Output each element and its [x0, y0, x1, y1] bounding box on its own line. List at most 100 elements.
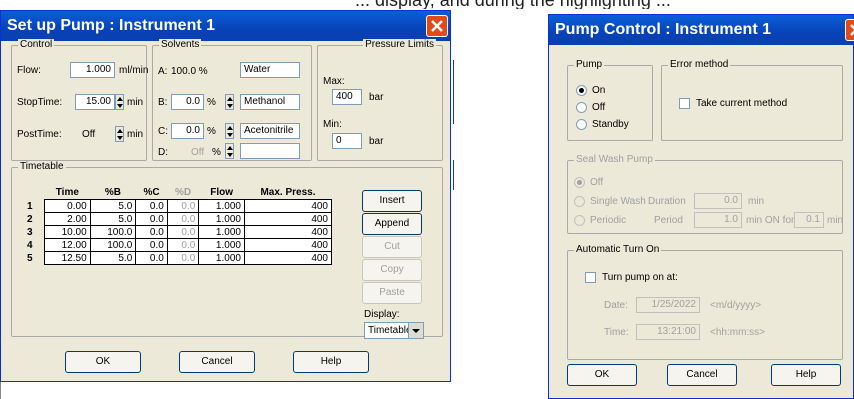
- close-button[interactable]: [426, 15, 448, 37]
- append-button[interactable]: Append: [362, 213, 422, 235]
- dialog-title: Pump Control : Instrument 1: [555, 21, 771, 38]
- copy-button[interactable]: Copy: [362, 259, 422, 281]
- cell-time[interactable]: 2.00: [44, 212, 91, 226]
- cell-c[interactable]: 0.0: [135, 225, 168, 239]
- cut-button[interactable]: Cut: [362, 236, 422, 258]
- display-select-value: Timetable: [368, 325, 412, 336]
- cell-max-press[interactable]: 400: [243, 238, 333, 252]
- pump-group: Pump On Off Standby: [567, 59, 653, 141]
- cell-time[interactable]: 10.00: [44, 225, 91, 239]
- solvents-group: Solvents A: 100.0 % Water B: 0.0 % Metha…: [152, 39, 312, 161]
- solvent-b-spinner[interactable]: [225, 94, 234, 110]
- posttime-spinner[interactable]: [115, 126, 124, 142]
- time-label: Time:: [604, 327, 629, 338]
- ok-button[interactable]: OK: [567, 364, 637, 386]
- cell-max-press[interactable]: 400: [243, 212, 333, 226]
- pump-on-radio[interactable]: [576, 85, 587, 96]
- flow-label: Flow:: [17, 65, 41, 76]
- paste-button[interactable]: Paste: [362, 282, 422, 304]
- cell-c[interactable]: 0.0: [135, 199, 168, 213]
- seal-periodic-radio[interactable]: [574, 215, 585, 226]
- on-duration-field[interactable]: 0.1: [794, 212, 824, 228]
- cell-max-press[interactable]: 400: [243, 251, 333, 265]
- insert-button[interactable]: Insert: [362, 190, 422, 212]
- row-number: 5: [27, 252, 33, 264]
- max-pressure-field[interactable]: 400: [332, 89, 362, 105]
- cancel-button[interactable]: Cancel: [179, 351, 255, 373]
- setup-title-bar[interactable]: Set up Pump : Instrument 1: [1, 11, 450, 41]
- cell-c[interactable]: 0.0: [135, 251, 168, 265]
- time-field[interactable]: 13:21:00: [636, 324, 700, 340]
- stoptime-spinner[interactable]: [115, 94, 124, 110]
- pump-standby-radio[interactable]: [576, 119, 587, 130]
- cell-c[interactable]: 0.0: [135, 212, 168, 226]
- cell-flow[interactable]: 1.000: [198, 199, 245, 213]
- pump-off-radio[interactable]: [576, 102, 587, 113]
- max-pressure-unit: bar: [369, 92, 384, 103]
- stoptime-field[interactable]: 15.00: [75, 94, 115, 110]
- solvent-c-name-field[interactable]: Acetonitrile: [240, 123, 300, 139]
- solvent-b-unit: %: [207, 97, 216, 108]
- cell-flow[interactable]: 1.000: [198, 238, 245, 252]
- stoptime-label: StopTime:: [17, 97, 63, 108]
- dialog-title: Set up Pump : Instrument 1: [7, 17, 216, 34]
- cell-max-press[interactable]: 400: [243, 199, 333, 213]
- cell-max-press[interactable]: 400: [243, 225, 333, 239]
- duration-field[interactable]: 0.0: [694, 193, 742, 209]
- pump-on-label: On: [592, 85, 606, 96]
- cell-flow[interactable]: 1.000: [198, 212, 245, 226]
- control-group: Control Flow: 1.000 ml/min StopTime: 15.…: [11, 39, 149, 161]
- min-pressure-label: Min:: [323, 119, 342, 130]
- cell-b[interactable]: 100.0: [89, 225, 137, 239]
- setup-pump-dialog: Set up Pump : Instrument 1 Control Flow:…: [0, 10, 451, 382]
- cell-c[interactable]: 0.0: [135, 238, 168, 252]
- help-button[interactable]: Help: [293, 351, 369, 373]
- cell-b[interactable]: 5.0: [89, 199, 137, 213]
- cell-time[interactable]: 12.50: [44, 251, 91, 265]
- table-row[interactable]: 5 12.50 5.0 0.0 0.0 1.000 400: [24, 251, 333, 265]
- cell-time[interactable]: 0.00: [44, 199, 91, 213]
- seal-single-wash-radio[interactable]: [574, 196, 585, 207]
- seal-off-label: Off: [590, 177, 604, 188]
- error-method-group: Error method Take current method: [661, 59, 843, 141]
- ok-button[interactable]: OK: [65, 351, 141, 373]
- take-current-method-checkbox[interactable]: [679, 98, 690, 109]
- cell-b[interactable]: 100.0: [89, 238, 137, 252]
- solvent-b-name-field[interactable]: Methanol: [240, 94, 300, 110]
- seal-off-radio[interactable]: [574, 177, 585, 188]
- control-title-bar[interactable]: Pump Control : Instrument 1: [549, 15, 853, 45]
- flow-unit: ml/min: [119, 65, 149, 76]
- solvent-c-percent-field[interactable]: 0.0: [171, 123, 204, 139]
- flow-field[interactable]: 1.000: [70, 62, 115, 78]
- solvent-a-name-field[interactable]: Water: [240, 62, 300, 78]
- cell-b[interactable]: 5.0: [89, 212, 137, 226]
- table-row[interactable]: 4 12.00 100.0 0.0 0.0 1.000 400: [24, 238, 333, 252]
- cell-d: 0.0: [166, 251, 200, 265]
- single-wash-label: Single Wash: [590, 196, 646, 207]
- row-number: 4: [27, 239, 33, 251]
- cell-flow[interactable]: 1.000: [198, 251, 245, 265]
- group-label: Pump: [574, 59, 605, 70]
- cell-b[interactable]: 5.0: [89, 251, 137, 265]
- table-row[interactable]: 1 0.00 5.0 0.0 0.0 1.000 400: [24, 199, 333, 213]
- solvent-b-percent-field[interactable]: 0.0: [171, 94, 204, 110]
- solvent-a-label: A:: [158, 66, 168, 77]
- date-field[interactable]: 1/25/2022: [636, 297, 700, 313]
- posttime-value: Off: [82, 129, 96, 140]
- cell-time[interactable]: 12.00: [44, 238, 91, 252]
- time-format-hint: <hh:mm:ss>: [710, 327, 766, 338]
- solvent-c-spinner[interactable]: [225, 123, 234, 139]
- cell-flow[interactable]: 1.000: [198, 225, 245, 239]
- min-pressure-field[interactable]: 0: [332, 133, 362, 149]
- period-field[interactable]: 1.0: [694, 212, 742, 228]
- col-header-flow: Flow: [210, 187, 234, 198]
- turn-pump-on-checkbox[interactable]: [585, 272, 596, 283]
- help-button[interactable]: Help: [771, 364, 841, 386]
- table-row[interactable]: 3 10.00 100.0 0.0 0.0 1.000 400: [24, 225, 333, 239]
- close-button[interactable]: [845, 19, 854, 41]
- cancel-button[interactable]: Cancel: [667, 364, 737, 386]
- display-select[interactable]: Timetable: [364, 322, 424, 339]
- table-row[interactable]: 2 2.00 5.0 0.0 0.0 1.000 400: [24, 212, 333, 226]
- solvent-d-name-field[interactable]: [240, 143, 300, 159]
- solvent-d-spinner[interactable]: [225, 143, 234, 159]
